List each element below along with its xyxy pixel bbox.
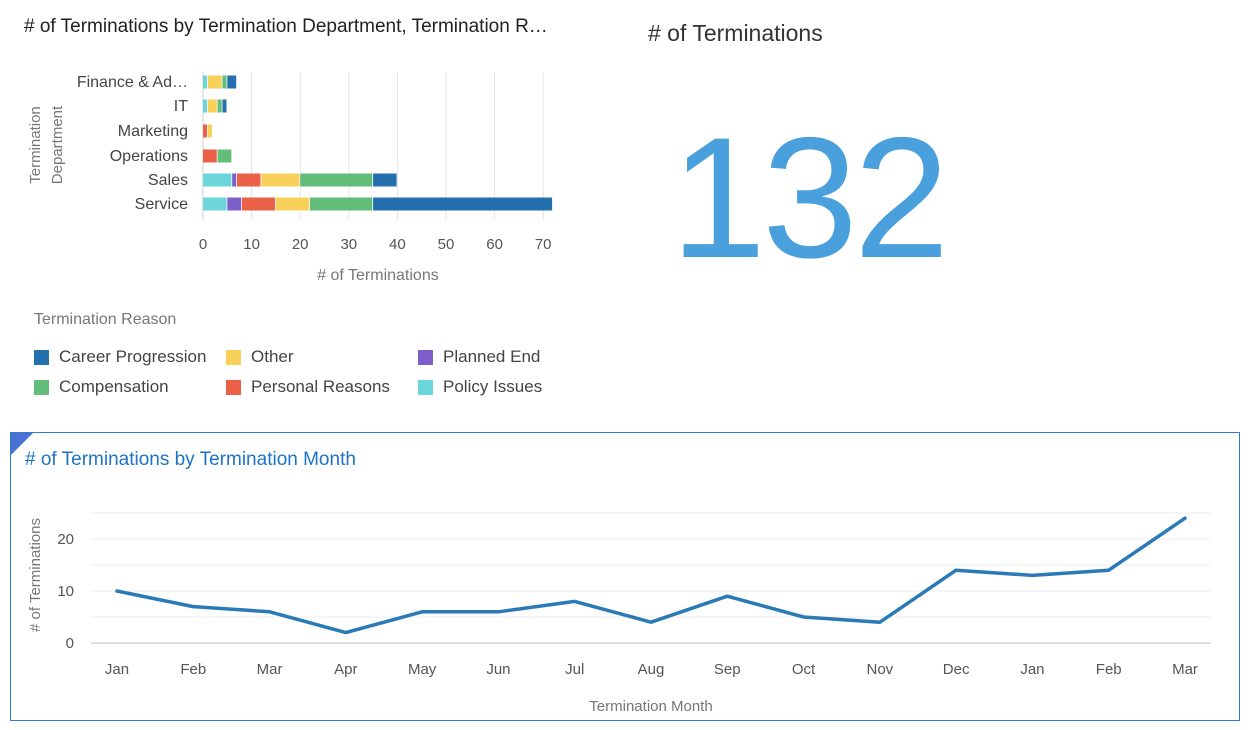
bar-segment [203, 99, 208, 113]
x-tick-label: 30 [340, 236, 357, 253]
x-tick-label: May [408, 661, 437, 678]
legend-label: Policy Issues [443, 377, 543, 396]
x-tick-label: Sep [714, 661, 741, 678]
bar-segment [227, 197, 242, 211]
legend-label: Other [251, 347, 294, 366]
x-tick-label: Nov [867, 661, 894, 678]
bar-segment [207, 75, 222, 89]
legend-item-career-progression[interactable]: Career Progression [34, 347, 206, 367]
bar-segment [203, 149, 217, 163]
bar-segment [203, 75, 208, 89]
x-tick-label: Feb [180, 661, 206, 678]
bar-segment [275, 197, 310, 211]
stacked-bar-chart: 0 10 20 30 40 50 60 70 Finance & Ad… IT Marketing O… [27, 72, 553, 284]
kpi-title: # of Terminations [648, 20, 823, 46]
y-category-label: Sales [148, 172, 188, 189]
x-tick-label: Mar [257, 661, 283, 678]
x-tick-label: Dec [943, 661, 970, 678]
bar-chart-title: # of Terminations by Termination Departm… [24, 16, 548, 37]
bar-segment [203, 197, 227, 211]
y-axis-title-line1: Termination [27, 106, 44, 184]
legend-item-compensation[interactable]: Compensation [34, 377, 169, 397]
bar-segment [373, 197, 553, 211]
x-tick-label: 10 [243, 236, 260, 253]
x-tick-label: Oct [792, 661, 816, 678]
legend-label: Compensation [59, 377, 169, 396]
legend-label: Planned End [443, 347, 541, 366]
bar-segment [217, 99, 222, 113]
x-tick-label: Feb [1096, 661, 1122, 678]
bar-segment [217, 149, 232, 163]
line-chart-panel[interactable]: # of Terminations by Termination Month 0… [10, 432, 1240, 721]
y-axis-title-line2: Department [49, 105, 66, 184]
y-tick-label: 20 [57, 531, 74, 548]
legend-item-personal-reasons[interactable]: Personal Reasons [226, 377, 390, 397]
x-axis-title: # of Terminations [317, 267, 439, 284]
bar-segment [203, 124, 208, 138]
x-tick-label: 40 [389, 236, 406, 253]
bar-segment [207, 124, 212, 138]
x-tick-label: Aug [638, 661, 665, 678]
legend-title: Termination Reason [34, 311, 177, 328]
x-tick-label: 50 [438, 236, 455, 253]
x-tick-label: Jan [1020, 661, 1044, 678]
legend-swatch [418, 379, 433, 395]
bar-segment [300, 173, 373, 187]
x-tick-label: Mar [1172, 661, 1198, 678]
y-tick-label: 10 [57, 583, 74, 600]
legend-item-other[interactable]: Other [226, 347, 294, 367]
x-tick-label: 20 [292, 236, 309, 253]
legend-swatch [226, 349, 241, 365]
bar-segment [373, 173, 397, 187]
x-axis-title: Termination Month [589, 698, 712, 715]
x-tick-label: Jul [565, 661, 584, 678]
y-category-label: Service [135, 196, 188, 213]
legend-swatch [418, 349, 433, 365]
x-tick-label: Apr [334, 661, 357, 678]
legend-label: Personal Reasons [251, 377, 390, 396]
y-category-label: Marketing [118, 123, 188, 140]
bar-segment [232, 173, 237, 187]
kpi-value: 132 [670, 102, 950, 294]
bar-segment [237, 173, 261, 187]
legend-label: Career Progression [59, 347, 207, 366]
legend-item-policy-issues[interactable]: Policy Issues [418, 377, 542, 397]
bar-segment [309, 197, 373, 211]
y-category-label: Finance & Ad… [77, 74, 188, 91]
legend-swatch [226, 379, 241, 395]
bar-segment [203, 173, 232, 187]
y-category-label: IT [174, 98, 188, 115]
line-chart: 0 10 20 Jan Feb Mar Apr May Jun Jul Aug Sep Oct Nov De… [27, 512, 1211, 715]
legend-swatch [34, 379, 49, 395]
x-tick-label: 0 [199, 236, 207, 253]
y-tick-label: 0 [66, 635, 74, 652]
legend-swatch [34, 349, 49, 365]
series-line [115, 516, 1187, 635]
x-tick-label: 70 [535, 236, 552, 253]
y-category-label: Operations [110, 148, 188, 165]
bar-segment [227, 75, 237, 89]
x-tick-label: Jun [486, 661, 510, 678]
x-tick-label: Jan [105, 661, 129, 678]
legend-item-planned-end[interactable]: Planned End [418, 347, 540, 367]
bar-segment [222, 99, 227, 113]
y-axis-title: # of Terminations [27, 518, 44, 632]
bar-segment [241, 197, 276, 211]
x-tick-label: 60 [486, 236, 503, 253]
bar-segment [261, 173, 300, 187]
bar-segment [222, 75, 227, 89]
bar-segment [207, 99, 217, 113]
